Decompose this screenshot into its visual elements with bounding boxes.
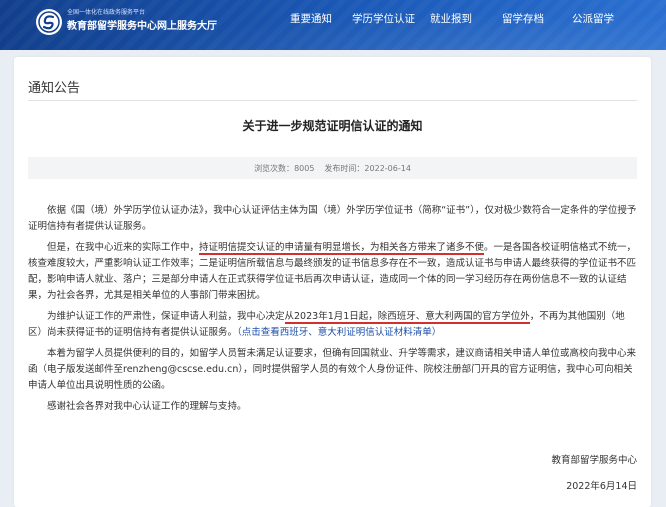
views-info: 浏览次数：8005 <box>254 163 314 174</box>
paragraph-3-intro: 为维护认证工作的严肃性，保证申请人利益，我中心决定 <box>47 311 285 322</box>
top-header: 全国一体化在线政务服务平台 教育部留学服务中心网上服务大厅 重要通知 学历学位认… <box>0 0 666 50</box>
paragraph-4: 本着为留学人员提供便利的目的，如留学人员暂未满足认证要求，但确有回国就业、升学等… <box>28 348 637 391</box>
paragraph-2: 但是，在我中心近来的实际工作中，持证明信提交认证的申请量有明显增长，为相关各方带… <box>28 240 638 304</box>
published-date: 2022-06-14 <box>364 163 411 173</box>
views-label: 浏览次数： <box>254 163 295 173</box>
section-title: 通知公告 <box>28 81 81 96</box>
signature: 教育部留学服务中心 <box>551 455 637 466</box>
nav-employment-registration[interactable]: 就业报到 <box>430 11 472 26</box>
paragraph-1: 依据《国（境）外学历学位认证办法》，我中心认证评估主体为国（境）外学历学位证书（… <box>28 205 637 232</box>
notice-card: 通知公告 关于进一步规范证明信认证的通知 浏览次数：8005 发布时间：2022… <box>14 57 651 507</box>
paragraph-3: 为维护认证工作的严肃性，保证申请人利益，我中心决定从2023年1月1日起，除西班… <box>28 309 638 341</box>
nav-degree-verification[interactable]: 学历学位认证 <box>352 11 415 26</box>
nav-government-sponsored-study[interactable]: 公派留学 <box>572 11 614 26</box>
published-info: 发布时间：2022-06-14 <box>324 163 411 174</box>
paragraph-3-highlight: 从2023年1月1日起，除西班牙、意大利两国的官方学位外 <box>284 311 530 324</box>
brand-site-title[interactable]: 教育部留学服务中心网上服务大厅 <box>67 17 217 32</box>
section-divider <box>28 100 637 101</box>
paragraph-5: 感谢社会各界对我中心认证工作的理解与支持。 <box>47 401 247 412</box>
article-title: 关于进一步规范证明信认证的通知 <box>242 119 423 133</box>
article-body: 依据《国（境）外学历学位认证办法》，我中心认证评估主体为国（境）外学历学位证书（… <box>28 203 638 420</box>
views-count: 8005 <box>294 163 315 173</box>
nav-study-abroad-archive[interactable]: 留学存档 <box>502 11 544 26</box>
materials-list-link[interactable]: （点击查看西班牙、意大利证明信认证材料清单） <box>237 327 441 338</box>
paragraph-2-highlight: 持证明信提交认证的申请量有明显增长，为相关各方带来了诸多不便 <box>199 242 485 255</box>
cscse-logo[interactable] <box>36 9 62 35</box>
signature-date: 2022年6月14日 <box>566 481 637 492</box>
logo-icon <box>38 11 60 33</box>
brand-platform-label: 全国一体化在线政务服务平台 <box>67 9 146 16</box>
nav-important-notices[interactable]: 重要通知 <box>290 11 332 26</box>
article-meta: 浏览次数：8005 发布时间：2022-06-14 <box>28 157 637 179</box>
paragraph-2-intro: 但是，在我中心近来的实际工作中， <box>47 242 200 253</box>
published-label: 发布时间： <box>324 163 365 173</box>
